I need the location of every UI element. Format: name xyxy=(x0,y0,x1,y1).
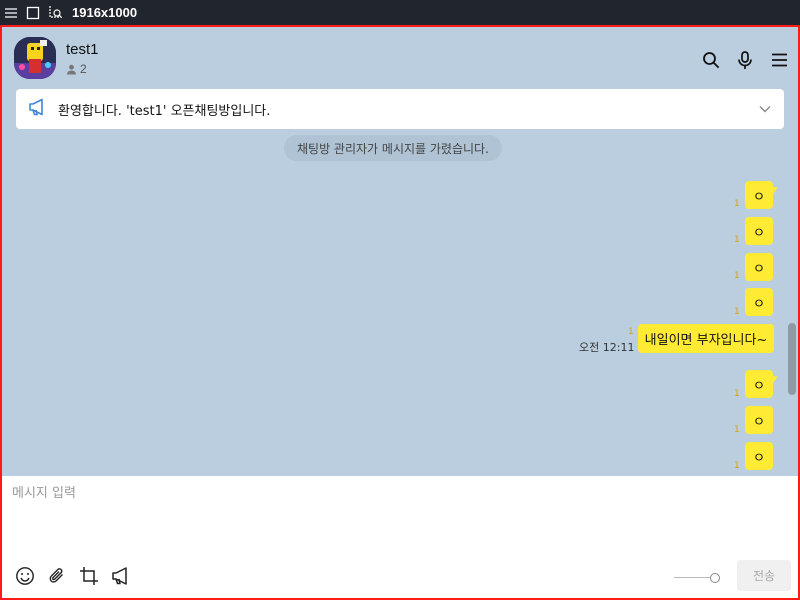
paperclip-icon[interactable] xyxy=(46,565,68,587)
menu-icon[interactable] xyxy=(0,0,22,25)
message-bubble[interactable]: ㅇ xyxy=(745,406,773,434)
notice-banner[interactable]: 환영합니다. 'test1' 오픈채팅방입니다. xyxy=(16,89,784,129)
member-count-value: 2 xyxy=(80,62,87,76)
resolution-label: 1916x1000 xyxy=(72,5,138,20)
chat-window: test1 2 환영합니다. 'test1' 오픈채팅방입니다. 채팅방 관리자… xyxy=(0,25,800,600)
read-count: 1 xyxy=(734,461,740,471)
menu-icon[interactable] xyxy=(766,47,792,73)
message-bubble[interactable]: ㅇ xyxy=(745,181,773,209)
megaphone-icon xyxy=(28,98,48,120)
slider-track xyxy=(674,577,714,578)
person-icon xyxy=(67,64,76,74)
message-input[interactable] xyxy=(12,482,772,554)
opacity-slider[interactable] xyxy=(674,573,722,583)
square-icon[interactable] xyxy=(22,0,44,25)
read-count: 1 xyxy=(734,199,740,209)
room-avatar[interactable] xyxy=(14,37,56,79)
read-count: 1 xyxy=(734,271,740,281)
window-toolbar: 1916x1000 xyxy=(0,0,800,25)
chat-scrollbar[interactable] xyxy=(788,323,796,395)
composer: 전송 xyxy=(2,476,798,598)
message-bubble[interactable]: ㅇ xyxy=(745,442,773,470)
message-bubble[interactable]: ㅇ xyxy=(745,217,773,245)
send-button[interactable]: 전송 xyxy=(737,560,791,591)
read-count: 1 xyxy=(734,235,740,245)
chat-header: test1 2 xyxy=(2,27,798,89)
slider-knob[interactable] xyxy=(710,573,720,583)
read-count: 1 xyxy=(734,389,740,399)
emoji-icon[interactable] xyxy=(14,565,36,587)
message-bubble[interactable]: ㅇ xyxy=(745,370,773,398)
system-message: 채팅방 관리자가 메시지를 가렸습니다. xyxy=(284,135,502,161)
read-count: 1 xyxy=(734,425,740,435)
search-icon[interactable] xyxy=(698,47,724,73)
crop-search-icon[interactable] xyxy=(44,0,66,25)
microphone-icon[interactable] xyxy=(732,47,758,73)
message-bubble[interactable]: ㅇ xyxy=(745,253,773,281)
message-bubble[interactable]: ㅇ xyxy=(745,288,773,316)
member-count[interactable]: 2 xyxy=(66,62,87,76)
read-count: 1 xyxy=(734,307,740,317)
message-list: 1 ㅇ 1 ㅇ 1 ㅇ 1 ㅇ 1 오전 12:11 내일이면 부자입니다~ 1… xyxy=(2,167,788,477)
notice-text: 환영합니다. 'test1' 오픈채팅방입니다. xyxy=(58,103,271,119)
crop-icon[interactable] xyxy=(78,565,100,587)
read-count: 1 xyxy=(628,327,634,337)
chevron-down-icon[interactable] xyxy=(758,101,772,120)
message-bubble[interactable]: 내일이면 부자입니다~ xyxy=(638,324,774,353)
message-time: 오전 12:11 xyxy=(579,341,635,354)
room-title: test1 xyxy=(66,41,99,58)
megaphone-icon[interactable] xyxy=(110,565,132,587)
